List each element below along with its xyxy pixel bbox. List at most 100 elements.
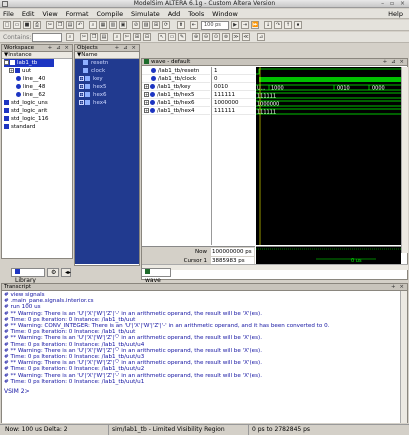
step-up-icon[interactable]: ⬆	[177, 21, 185, 29]
run-restart-icon[interactable]: ⇤	[190, 21, 198, 29]
memory-icon[interactable]: ▨	[142, 21, 150, 29]
transcript-vertical-scrollbar[interactable]	[400, 291, 407, 423]
tree-item-lab1-tb[interactable]: − lab1_tb	[4, 59, 54, 67]
workspace-panel-controls[interactable]: + ⊿ ×	[48, 45, 70, 52]
wave-signal-resetn[interactable]: /lab1_tb/resetn	[142, 67, 210, 75]
wave-compare-icon[interactable]: ⊿	[257, 33, 265, 41]
compile-icon[interactable]: ▦	[99, 21, 107, 29]
tree-item-line-48[interactable]: line__48	[4, 83, 72, 91]
break-run-icon[interactable]: ⏹	[294, 21, 302, 29]
edit-mode-icon[interactable]: ✎	[178, 33, 186, 41]
step-out-icon[interactable]: ↑	[284, 21, 292, 29]
cut-wave-icon[interactable]: ✂	[80, 33, 88, 41]
menu-file[interactable]: File	[0, 9, 17, 19]
wave-signal-hex5[interactable]: + /lab1_tb/hex5	[142, 91, 210, 99]
compile-all-icon[interactable]: ▥	[109, 21, 117, 29]
cut-signal-icon[interactable]: ✄	[123, 33, 131, 41]
run-all-icon[interactable]: ⏩	[251, 21, 259, 29]
open-icon[interactable]: ▭	[13, 21, 21, 29]
menu-edit[interactable]: Edit	[19, 9, 38, 19]
tree-item-std-logic-uns[interactable]: std_logic_uns	[4, 99, 72, 107]
tree-item-line-62[interactable]: line__62	[4, 91, 72, 99]
objects-column-name[interactable]: ▼Name	[75, 52, 139, 59]
save-icon[interactable]: ■	[23, 21, 31, 29]
new-file-icon[interactable]: □	[3, 21, 11, 29]
wave-signal-clock[interactable]: /lab1_tb/clock	[142, 75, 210, 83]
menu-tools[interactable]: Tools	[185, 9, 207, 19]
zoom-in-icon[interactable]: ⊕	[192, 33, 200, 41]
step-icon[interactable]: ↓	[264, 21, 272, 29]
menu-simulate[interactable]: Simulate	[128, 9, 163, 19]
tab-library[interactable]: Library	[11, 268, 45, 284]
command-prompt[interactable]: VSIM 2>	[4, 388, 405, 395]
step-over-icon[interactable]: ↷	[274, 21, 282, 29]
print-icon[interactable]: ⎙	[33, 21, 41, 29]
objects-panel-controls[interactable]: + ⊿ ×	[115, 45, 137, 52]
wave-panel-controls[interactable]: + ⊿ ×	[383, 59, 405, 66]
break-icon[interactable]: ⊘	[132, 21, 140, 29]
menu-add[interactable]: Add	[165, 9, 184, 19]
zoom-cursor-icon[interactable]: ⊚	[222, 33, 230, 41]
wave-signal-key[interactable]: + /lab1_tb/key	[142, 83, 210, 91]
copy-wave-icon[interactable]: ❐	[90, 33, 98, 41]
prev-edge-icon[interactable]: ≪	[242, 33, 250, 41]
wave-vertical-scrollbar[interactable]	[401, 67, 408, 253]
simulate-icon[interactable]: ▣	[119, 21, 127, 29]
tree-item-std-logic-arit[interactable]: std_logic_arit	[4, 107, 72, 115]
workspace-column-instance[interactable]: ▼Instance	[2, 52, 72, 59]
next-edge-icon[interactable]: ≫	[232, 33, 240, 41]
run-length-input[interactable]: 100 ps	[201, 21, 229, 30]
zoom-mode-icon[interactable]: ▭	[168, 33, 176, 41]
insert-divider-icon[interactable]: ⊞	[133, 33, 141, 41]
zoom-out-icon[interactable]: ⊖	[202, 33, 210, 41]
wave-horizontal-scrollbar[interactable]	[142, 264, 408, 270]
expand-icon[interactable]: +	[9, 68, 14, 73]
tab-scroll-arrows[interactable]: ◂▸	[61, 268, 71, 277]
object-hex5[interactable]: + hex5	[75, 83, 139, 91]
wave-signal-hex4[interactable]: + /lab1_tb/hex4	[142, 107, 210, 115]
object-key[interactable]: + key	[75, 75, 139, 83]
window-controls[interactable]: – ▫ ×	[381, 0, 407, 8]
transcript-body[interactable]: # view signals # .main_pane.signals.inte…	[2, 291, 407, 423]
waveform-area[interactable]: U... 1000 0010 0000 111111 1000000 11111…	[256, 67, 401, 245]
expand-icon[interactable]: +	[79, 100, 84, 105]
tree-item-standard[interactable]: standard	[4, 123, 72, 131]
tree-item-uut[interactable]: + uut	[4, 67, 72, 75]
time-ruler[interactable]: 0 us	[256, 246, 401, 264]
menu-help[interactable]: Help	[385, 9, 406, 19]
tab-sim[interactable]: ⚙	[47, 268, 59, 277]
paste-icon[interactable]: ▤	[66, 21, 74, 29]
object-clock[interactable]: clock	[75, 67, 139, 75]
expand-icon[interactable]: +	[144, 92, 149, 97]
copy-icon[interactable]: ❐	[56, 21, 64, 29]
tab-wave[interactable]: wave	[141, 268, 171, 284]
run-icon[interactable]: ▶	[231, 21, 239, 29]
tree-item-line-40[interactable]: line__40	[4, 75, 72, 83]
insert-breakpoint-icon[interactable]: ⊟	[143, 33, 151, 41]
transcript-panel-controls[interactable]: + ×	[391, 284, 405, 291]
select-mode-icon[interactable]: ↖	[158, 33, 166, 41]
object-resetn[interactable]: resetn	[75, 59, 139, 67]
expand-icon[interactable]: +	[144, 108, 149, 113]
collapse-icon[interactable]: −	[4, 60, 9, 65]
cut-icon[interactable]: ✂	[46, 21, 54, 29]
expand-icon[interactable]: +	[79, 76, 84, 81]
object-hex6[interactable]: + hex6	[75, 91, 139, 99]
wave-signal-hex6[interactable]: + /lab1_tb/hex6	[142, 99, 210, 107]
filter-icon[interactable]: ⌕	[66, 33, 74, 41]
dataflow-icon[interactable]: ⊞	[152, 21, 160, 29]
contains-input[interactable]	[32, 33, 62, 42]
find-icon[interactable]: ⌕	[89, 21, 97, 29]
expand-icon[interactable]: +	[79, 84, 84, 89]
expand-icon[interactable]: +	[144, 100, 149, 105]
zoom-full-icon[interactable]: ⊙	[212, 33, 220, 41]
paste-wave-icon[interactable]: ▤	[100, 33, 108, 41]
expand-icon[interactable]: +	[79, 92, 84, 97]
find-wave-icon[interactable]: ⌕	[113, 33, 121, 41]
expand-icon[interactable]: +	[144, 84, 149, 89]
menu-view[interactable]: View	[39, 9, 60, 19]
menu-format[interactable]: Format	[63, 9, 92, 19]
tree-item-std-logic-116[interactable]: std_logic_116	[4, 115, 72, 123]
restart-icon[interactable]: ⟳	[162, 21, 170, 29]
undo-icon[interactable]: ↶	[76, 21, 84, 29]
